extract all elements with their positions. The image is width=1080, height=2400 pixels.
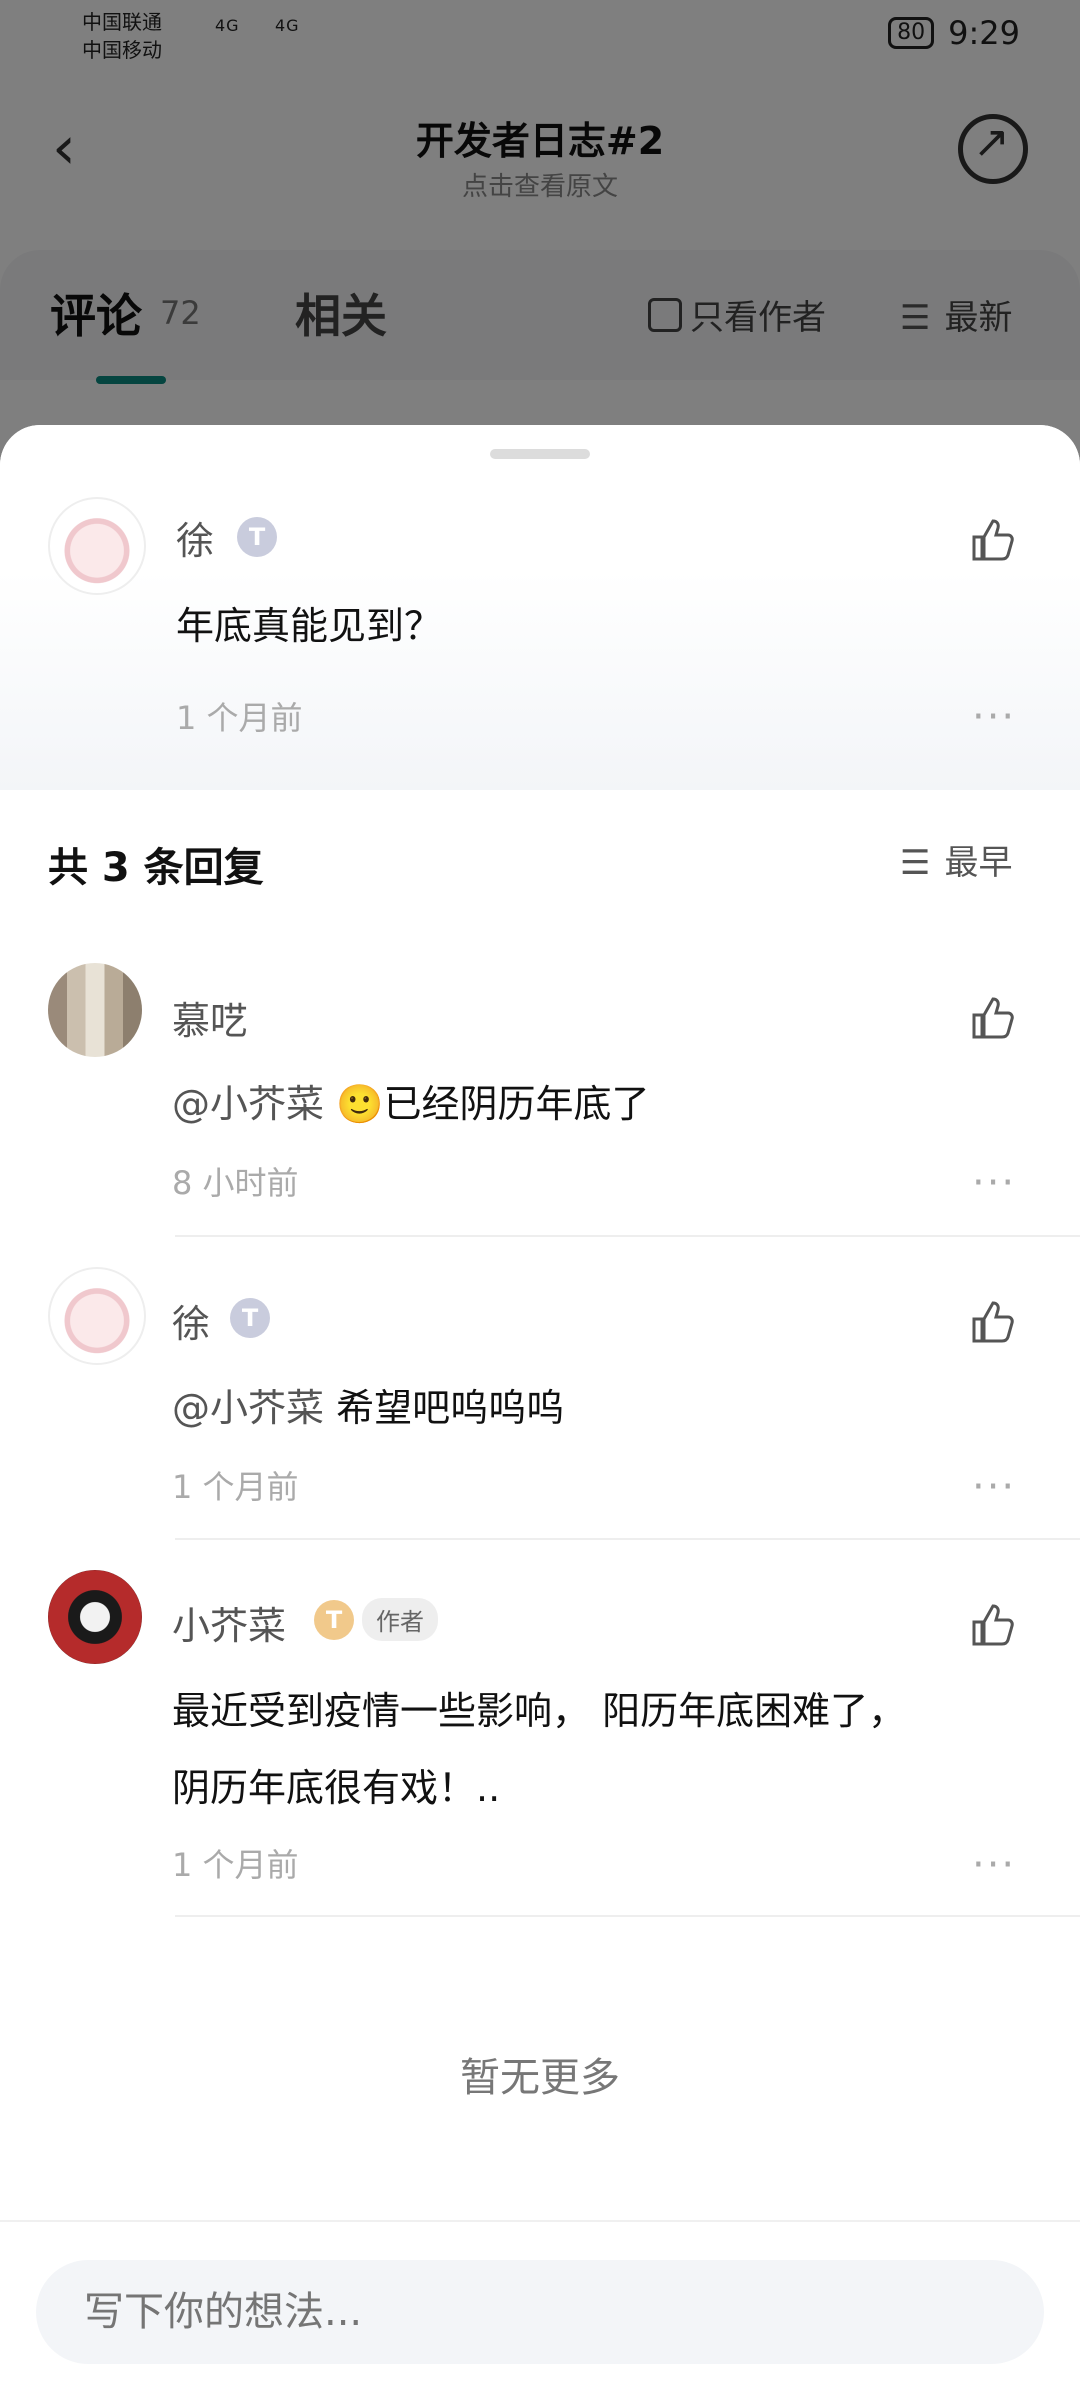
like-icon[interactable] [968,993,1018,1043]
comment-input-bar [0,2220,1080,2400]
original-comment [0,425,1080,790]
mention[interactable]: @小芥菜 [172,1082,324,1126]
drag-handle[interactable] [490,449,590,459]
reply-time: 1 个月前 [172,1846,299,1884]
sort-earliest-label: 最早 [944,843,1013,883]
user-name[interactable]: 慕呓 [172,990,248,1045]
reply-text-line1: 最近受到疫情一些影响， 阳历年底困难了， [172,1689,907,1733]
level-badge-icon: T [314,1600,354,1640]
sort-icon: ☰ [900,843,931,883]
user-name[interactable]: 徐 [176,510,214,565]
comment-input[interactable] [36,2260,1044,2364]
mention[interactable]: @小芥菜 [172,1386,324,1430]
reply-time: 8 小时前 [172,1164,299,1202]
reply-text: @小芥菜 希望吧呜呜呜 [172,1377,564,1432]
more-icon[interactable]: ··· [972,1467,1016,1507]
user-name[interactable]: 徐 [172,1293,210,1348]
reply-time: 1 个月前 [172,1468,299,1506]
divider [175,1915,1080,1917]
like-icon[interactable] [968,515,1018,565]
divider [175,1538,1080,1540]
emoji: 🙂 [336,1082,384,1126]
level-badge-icon: T [230,1298,270,1338]
avatar[interactable] [48,1570,142,1664]
avatar[interactable] [48,497,146,595]
author-badge: 作者 [362,1598,438,1641]
reply-body: 已经阴历年底了 [383,1082,650,1126]
more-icon[interactable]: ··· [972,1845,1016,1885]
user-name[interactable]: 小芥菜 [172,1595,286,1650]
more-icon[interactable]: ··· [972,1163,1016,1203]
comment-time: 1 个月前 [176,699,303,737]
divider [175,1235,1080,1237]
reply-sheet: 徐 T 年底真能见到？ 1 个月前 ··· 共 3 条回复 ☰ 最早 慕呓 @小芥… [0,425,1080,2400]
avatar[interactable] [48,1267,146,1365]
like-icon[interactable] [968,1600,1018,1650]
comment-text: 年底真能见到？ [176,604,443,648]
reply-body: 希望吧呜呜呜 [336,1386,565,1430]
avatar[interactable] [48,963,142,1057]
like-icon[interactable] [968,1297,1018,1347]
sort-earliest-button[interactable]: ☰ 最早 [900,835,1012,884]
no-more-label: 暂无更多 [460,2055,620,2101]
reply-text: @小芥菜 🙂已经阴历年底了 [172,1073,649,1128]
level-badge-icon: T [237,517,277,557]
more-icon[interactable]: ··· [972,697,1016,737]
reply-text-line2: 阴历年底很有戏！.. [172,1766,501,1810]
reply-count-heading: 共 3 条回复 [48,845,264,891]
